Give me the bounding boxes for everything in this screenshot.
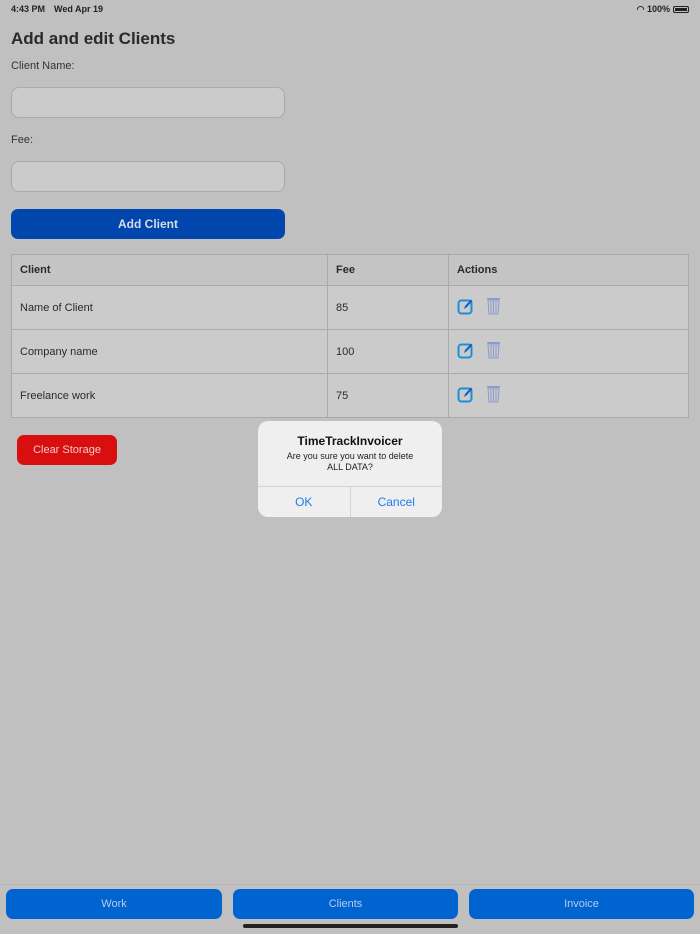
alert-message: Are you sure you want to delete ALL DATA… xyxy=(286,451,414,472)
fee-cell: 85 xyxy=(327,285,449,330)
actions-cell xyxy=(448,285,689,330)
alert-cancel-button[interactable]: Cancel xyxy=(349,487,443,517)
wifi-icon: ◠ xyxy=(636,4,645,14)
status-time: 4:43 PM xyxy=(11,4,46,14)
clients-table: Client Fee Actions Name of Client 85 Com… xyxy=(11,254,689,418)
trash-icon[interactable] xyxy=(485,297,502,318)
actions-cell xyxy=(448,329,689,374)
client-cell: Name of Client xyxy=(11,285,328,330)
edit-icon[interactable] xyxy=(457,386,474,406)
table-row: Company name 100 xyxy=(11,329,689,374)
clear-storage-button[interactable]: Clear Storage xyxy=(17,435,117,465)
fee-input[interactable] xyxy=(11,161,285,192)
fee-cell: 100 xyxy=(327,329,449,374)
battery-icon xyxy=(673,6,689,13)
actions-cell xyxy=(448,373,689,418)
tab-invoice[interactable]: Invoice xyxy=(469,889,694,919)
header-fee: Fee xyxy=(327,254,449,286)
header-actions: Actions xyxy=(448,254,689,286)
alert-title: TimeTrackInvoicer xyxy=(297,434,403,448)
status-bar: 4:43 PM Wed Apr 19 ◠ 100% xyxy=(11,4,689,15)
client-cell: Freelance work xyxy=(11,373,328,418)
header-client: Client xyxy=(11,254,328,286)
trash-icon[interactable] xyxy=(485,341,502,362)
fee-cell: 75 xyxy=(327,373,449,418)
client-name-input[interactable] xyxy=(11,87,285,118)
client-cell: Company name xyxy=(11,329,328,374)
edit-icon[interactable] xyxy=(457,298,474,318)
tab-work[interactable]: Work xyxy=(6,889,222,919)
status-date: Wed Apr 19 xyxy=(54,4,104,14)
page-title: Add and edit Clients xyxy=(11,29,176,48)
client-name-label: Client Name: xyxy=(11,60,75,72)
fee-label: Fee: xyxy=(11,134,34,146)
battery-percent: 100% xyxy=(646,4,670,14)
table-row: Name of Client 85 xyxy=(11,285,689,330)
trash-icon[interactable] xyxy=(485,385,502,406)
home-indicator xyxy=(243,924,458,928)
tab-clients[interactable]: Clients xyxy=(233,889,458,919)
confirm-alert: TimeTrackInvoicer Are you sure you want … xyxy=(258,421,442,517)
edit-icon[interactable] xyxy=(457,342,474,362)
alert-ok-button[interactable]: OK xyxy=(258,487,350,517)
table-row: Freelance work 75 xyxy=(11,373,689,418)
add-client-button[interactable]: Add Client xyxy=(11,209,285,239)
